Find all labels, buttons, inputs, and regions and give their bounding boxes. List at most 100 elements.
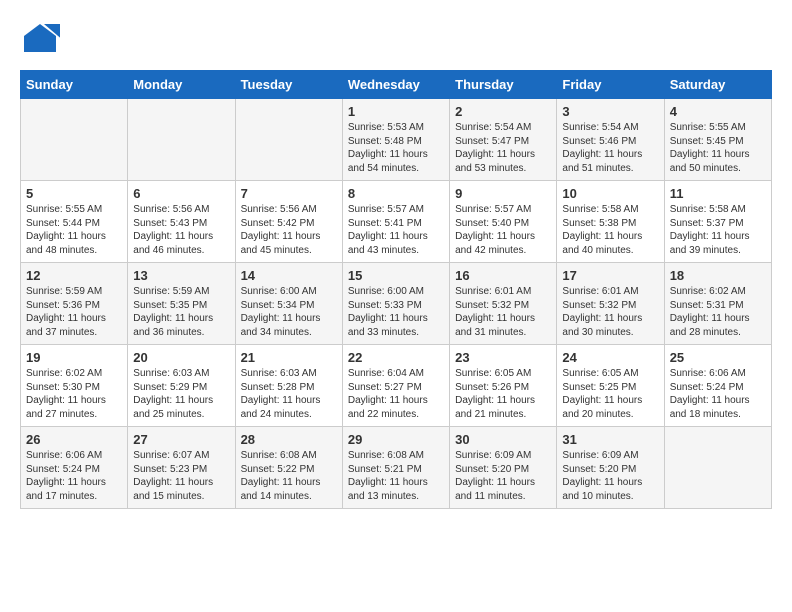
calendar-cell: 3 Sunrise: 5:54 AM Sunset: 5:46 PM Daylig…	[557, 99, 664, 181]
day-number: 25	[670, 350, 766, 365]
day-info: Sunrise: 6:05 AM Sunset: 5:26 PM Dayligh…	[455, 367, 551, 421]
day-info: Sunrise: 5:54 AM Sunset: 5:46 PM Dayligh…	[562, 121, 658, 175]
day-info: Sunrise: 6:01 AM Sunset: 5:32 PM Dayligh…	[562, 285, 658, 339]
calendar-cell: 8 Sunrise: 5:57 AM Sunset: 5:41 PM Daylig…	[342, 181, 449, 263]
day-info: Sunrise: 6:02 AM Sunset: 5:31 PM Dayligh…	[670, 285, 766, 339]
calendar-cell: 30 Sunrise: 6:09 AM Sunset: 5:20 PM Dayli…	[450, 427, 557, 509]
calendar-cell: 19Sunrise: 6:02 AM Sunset: 5:30 PM Dayli…	[21, 345, 128, 427]
calendar-body: 1 Sunrise: 5:53 AM Sunset: 5:48 PM Daylig…	[21, 99, 772, 509]
day-info: Sunrise: 6:08 AM Sunset: 5:21 PM Dayligh…	[348, 449, 444, 503]
week-row-1: 1 Sunrise: 5:53 AM Sunset: 5:48 PM Daylig…	[21, 99, 772, 181]
day-number: 22	[348, 350, 444, 365]
day-number: 14	[241, 268, 337, 283]
day-number: 13	[133, 268, 229, 283]
column-header-sunday: Sunday	[21, 71, 128, 99]
day-number: 12	[26, 268, 122, 283]
day-info: Sunrise: 6:03 AM Sunset: 5:28 PM Dayligh…	[241, 367, 337, 421]
day-number: 21	[241, 350, 337, 365]
day-number: 10	[562, 186, 658, 201]
day-info: Sunrise: 5:58 AM Sunset: 5:38 PM Dayligh…	[562, 203, 658, 257]
calendar-cell: 5 Sunrise: 5:55 AM Sunset: 5:44 PM Daylig…	[21, 181, 128, 263]
day-number: 16	[455, 268, 551, 283]
day-info: Sunrise: 6:07 AM Sunset: 5:23 PM Dayligh…	[133, 449, 229, 503]
day-info: Sunrise: 6:04 AM Sunset: 5:27 PM Dayligh…	[348, 367, 444, 421]
day-number: 18	[670, 268, 766, 283]
day-number: 17	[562, 268, 658, 283]
day-number: 8	[348, 186, 444, 201]
calendar-cell: 4Sunrise: 5:55 AM Sunset: 5:45 PM Daylig…	[664, 99, 771, 181]
calendar-cell: 12 Sunrise: 5:59 AM Sunset: 5:36 PM Dayli…	[21, 263, 128, 345]
calendar-cell: 6Sunrise: 5:56 AM Sunset: 5:43 PM Daylig…	[128, 181, 235, 263]
calendar-cell: 18 Sunrise: 6:02 AM Sunset: 5:31 PM Dayli…	[664, 263, 771, 345]
day-info: Sunrise: 6:02 AM Sunset: 5:30 PM Dayligh…	[26, 367, 122, 421]
calendar-cell: 27Sunrise: 6:07 AM Sunset: 5:23 PM Dayli…	[128, 427, 235, 509]
day-info: Sunrise: 5:57 AM Sunset: 5:40 PM Dayligh…	[455, 203, 551, 257]
day-info: Sunrise: 5:55 AM Sunset: 5:45 PM Dayligh…	[670, 121, 766, 175]
day-number: 23	[455, 350, 551, 365]
day-info: Sunrise: 6:05 AM Sunset: 5:25 PM Dayligh…	[562, 367, 658, 421]
day-info: Sunrise: 6:00 AM Sunset: 5:33 PM Dayligh…	[348, 285, 444, 339]
column-header-thursday: Thursday	[450, 71, 557, 99]
calendar-cell: 2 Sunrise: 5:54 AM Sunset: 5:47 PM Daylig…	[450, 99, 557, 181]
day-number: 15	[348, 268, 444, 283]
day-number: 2	[455, 104, 551, 119]
day-info: Sunrise: 5:56 AM Sunset: 5:42 PM Dayligh…	[241, 203, 337, 257]
day-info: Sunrise: 5:54 AM Sunset: 5:47 PM Dayligh…	[455, 121, 551, 175]
calendar-cell: 24 Sunrise: 6:05 AM Sunset: 5:25 PM Dayli…	[557, 345, 664, 427]
calendar-cell: 17 Sunrise: 6:01 AM Sunset: 5:32 PM Dayli…	[557, 263, 664, 345]
day-number: 6	[133, 186, 229, 201]
day-number: 29	[348, 432, 444, 447]
day-info: Sunrise: 6:06 AM Sunset: 5:24 PM Dayligh…	[26, 449, 122, 503]
logo	[20, 20, 64, 60]
calendar-cell: 13 Sunrise: 5:59 AM Sunset: 5:35 PM Dayli…	[128, 263, 235, 345]
calendar-cell: 23 Sunrise: 6:05 AM Sunset: 5:26 PM Dayli…	[450, 345, 557, 427]
day-info: Sunrise: 6:09 AM Sunset: 5:20 PM Dayligh…	[562, 449, 658, 503]
day-info: Sunrise: 5:57 AM Sunset: 5:41 PM Dayligh…	[348, 203, 444, 257]
calendar-cell: 1 Sunrise: 5:53 AM Sunset: 5:48 PM Daylig…	[342, 99, 449, 181]
day-number: 26	[26, 432, 122, 447]
day-info: Sunrise: 6:01 AM Sunset: 5:32 PM Dayligh…	[455, 285, 551, 339]
day-number: 3	[562, 104, 658, 119]
day-info: Sunrise: 5:58 AM Sunset: 5:37 PM Dayligh…	[670, 203, 766, 257]
day-info: Sunrise: 6:08 AM Sunset: 5:22 PM Dayligh…	[241, 449, 337, 503]
calendar-cell	[664, 427, 771, 509]
calendar-cell: 11 Sunrise: 5:58 AM Sunset: 5:37 PM Dayli…	[664, 181, 771, 263]
day-number: 28	[241, 432, 337, 447]
calendar-cell	[235, 99, 342, 181]
calendar-cell: 16 Sunrise: 6:01 AM Sunset: 5:32 PM Dayli…	[450, 263, 557, 345]
calendar-cell	[128, 99, 235, 181]
calendar-cell: 26 Sunrise: 6:06 AM Sunset: 5:24 PM Dayli…	[21, 427, 128, 509]
calendar-cell	[21, 99, 128, 181]
day-number: 5	[26, 186, 122, 201]
column-header-monday: Monday	[128, 71, 235, 99]
calendar-cell: 31 Sunrise: 6:09 AM Sunset: 5:20 PM Dayli…	[557, 427, 664, 509]
calendar-header: SundayMondayTuesdayWednesdayThursdayFrid…	[21, 71, 772, 99]
day-number: 1	[348, 104, 444, 119]
calendar-cell: 10 Sunrise: 5:58 AM Sunset: 5:38 PM Dayli…	[557, 181, 664, 263]
column-header-wednesday: Wednesday	[342, 71, 449, 99]
day-info: Sunrise: 6:06 AM Sunset: 5:24 PM Dayligh…	[670, 367, 766, 421]
day-number: 7	[241, 186, 337, 201]
week-row-2: 5 Sunrise: 5:55 AM Sunset: 5:44 PM Daylig…	[21, 181, 772, 263]
day-info: Sunrise: 5:59 AM Sunset: 5:35 PM Dayligh…	[133, 285, 229, 339]
day-info: Sunrise: 5:55 AM Sunset: 5:44 PM Dayligh…	[26, 203, 122, 257]
calendar-table: SundayMondayTuesdayWednesdayThursdayFrid…	[20, 70, 772, 509]
day-number: 31	[562, 432, 658, 447]
column-header-saturday: Saturday	[664, 71, 771, 99]
week-row-4: 19Sunrise: 6:02 AM Sunset: 5:30 PM Dayli…	[21, 345, 772, 427]
page-header	[20, 20, 772, 60]
day-number: 11	[670, 186, 766, 201]
day-number: 20	[133, 350, 229, 365]
day-number: 30	[455, 432, 551, 447]
day-info: Sunrise: 6:00 AM Sunset: 5:34 PM Dayligh…	[241, 285, 337, 339]
calendar-cell: 9 Sunrise: 5:57 AM Sunset: 5:40 PM Daylig…	[450, 181, 557, 263]
day-info: Sunrise: 5:59 AM Sunset: 5:36 PM Dayligh…	[26, 285, 122, 339]
day-number: 9	[455, 186, 551, 201]
day-number: 24	[562, 350, 658, 365]
day-info: Sunrise: 5:53 AM Sunset: 5:48 PM Dayligh…	[348, 121, 444, 175]
calendar-cell: 22 Sunrise: 6:04 AM Sunset: 5:27 PM Dayli…	[342, 345, 449, 427]
logo-icon	[20, 20, 60, 60]
calendar-cell: 29 Sunrise: 6:08 AM Sunset: 5:21 PM Dayli…	[342, 427, 449, 509]
week-row-5: 26 Sunrise: 6:06 AM Sunset: 5:24 PM Dayli…	[21, 427, 772, 509]
day-info: Sunrise: 6:09 AM Sunset: 5:20 PM Dayligh…	[455, 449, 551, 503]
